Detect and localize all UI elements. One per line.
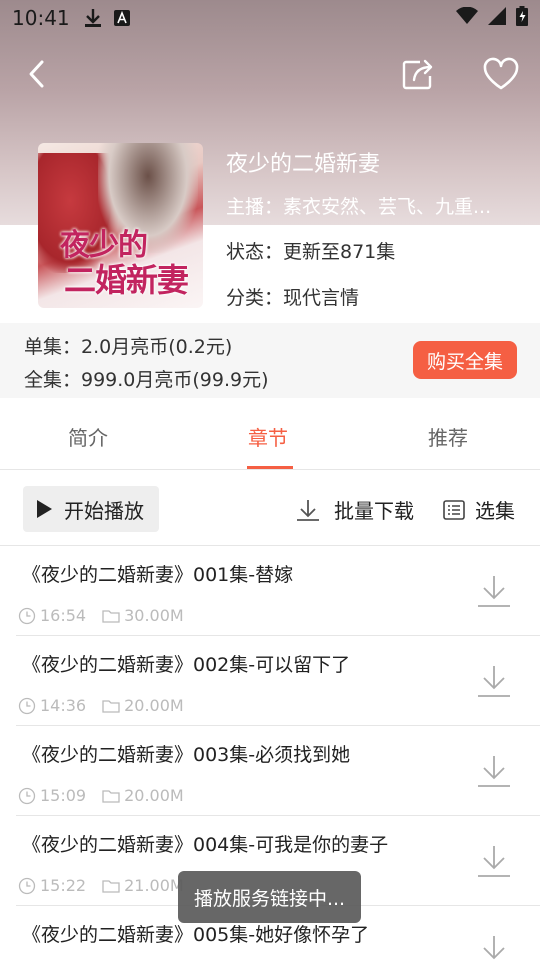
price-all: 全集：999.0月亮币(99.9元) xyxy=(24,369,269,391)
favorite-button[interactable] xyxy=(479,52,523,96)
select-episodes-button[interactable]: 选集 xyxy=(443,495,515,524)
signal-icon xyxy=(488,6,506,30)
heart-icon xyxy=(483,57,519,90)
episode-duration: 15:22 xyxy=(40,876,87,895)
status-bar: 10:41 xyxy=(0,0,540,36)
status-time: 10:41 xyxy=(12,6,70,30)
chevron-left-icon xyxy=(29,60,44,88)
tab-chapters[interactable]: 章节 xyxy=(248,422,288,451)
episode-duration: 14:36 xyxy=(40,696,87,715)
book-anchor: 主播：素衣安然、芸飞、九重... xyxy=(226,196,492,218)
clock-icon xyxy=(18,697,36,715)
toast-message: 播放服务链接中... xyxy=(178,871,361,923)
download-icon xyxy=(478,846,510,877)
episode-size: 21.00M xyxy=(124,876,184,895)
select-episodes-label: 选集 xyxy=(475,499,515,523)
episode-item[interactable]: 《夜少的二婚新妻》001集-替嫁 16:54 30.00M xyxy=(0,546,540,636)
folder-icon xyxy=(102,878,120,894)
download-icon xyxy=(483,936,505,960)
episode-title: 《夜少的二婚新妻》002集-可以留下了 xyxy=(22,654,351,676)
download-icon xyxy=(478,756,510,787)
tab-intro[interactable]: 简介 xyxy=(68,422,108,451)
episode-size: 30.00M xyxy=(124,606,184,625)
episode-item[interactable]: 《夜少的二婚新妻》002集-可以留下了 14:36 20.00M xyxy=(0,636,540,726)
folder-icon xyxy=(102,608,120,624)
wifi-icon xyxy=(456,6,478,30)
episode-title: 《夜少的二婚新妻》004集-可我是你的妻子 xyxy=(22,834,389,856)
clock-icon xyxy=(18,877,36,895)
episode-download-button[interactable] xyxy=(477,844,511,882)
cover-title-art: 夜少的 二婚新妻 xyxy=(60,228,189,299)
list-icon xyxy=(443,499,465,520)
episode-item[interactable]: 《夜少的二婚新妻》003集-必须找到她 15:09 20.00M xyxy=(0,726,540,816)
episode-title: 《夜少的二婚新妻》005集-她好像怀孕了 xyxy=(22,924,370,946)
book-title: 夜少的二婚新妻 xyxy=(226,152,381,177)
episode-download-button[interactable] xyxy=(477,754,511,792)
episode-title: 《夜少的二婚新妻》003集-必须找到她 xyxy=(22,744,351,766)
episode-duration: 16:54 xyxy=(40,606,87,625)
book-category: 分类：现代言情 xyxy=(226,287,360,309)
episode-download-button[interactable] xyxy=(477,574,511,612)
download-icon xyxy=(478,576,510,607)
download-status-icon xyxy=(84,8,102,28)
batch-download-label: 批量下载 xyxy=(334,499,414,523)
tab-recommend[interactable]: 推荐 xyxy=(428,422,468,451)
price-single: 单集：2.0月亮币(0.2元) xyxy=(24,336,233,358)
episode-download-button[interactable] xyxy=(477,934,511,960)
buy-all-button[interactable]: 购买全集 xyxy=(413,341,517,379)
book-cover: 夜少的 二婚新妻 xyxy=(38,143,203,308)
battery-icon xyxy=(516,5,528,31)
back-button[interactable] xyxy=(14,52,58,96)
episode-title: 《夜少的二婚新妻》001集-替嫁 xyxy=(22,564,294,586)
start-play-button[interactable]: 开始播放 xyxy=(23,486,159,532)
tab-bar: 简介 章节 推荐 xyxy=(0,398,540,470)
episode-size: 20.00M xyxy=(124,786,184,805)
clock-icon xyxy=(18,787,36,805)
episode-size: 20.00M xyxy=(124,696,184,715)
active-tab-indicator xyxy=(247,466,293,469)
episode-duration: 15:09 xyxy=(40,786,87,805)
download-icon xyxy=(297,499,319,521)
app-a-status-icon xyxy=(113,10,130,26)
clock-icon xyxy=(18,607,36,625)
episode-download-button[interactable] xyxy=(477,664,511,702)
play-icon xyxy=(37,500,52,518)
start-play-label: 开始播放 xyxy=(64,498,144,523)
share-button[interactable] xyxy=(396,52,440,96)
episode-toolbar: 开始播放 批量下载 选集 xyxy=(0,471,540,546)
folder-icon xyxy=(102,698,120,714)
book-status: 状态：更新至871集 xyxy=(226,241,396,263)
batch-download-button[interactable]: 批量下载 xyxy=(296,495,414,524)
share-icon xyxy=(402,59,433,90)
price-panel: 单集：2.0月亮币(0.2元) 全集：999.0月亮币(99.9元) 购买全集 xyxy=(0,323,540,398)
folder-icon xyxy=(102,788,120,804)
download-icon xyxy=(478,666,510,697)
